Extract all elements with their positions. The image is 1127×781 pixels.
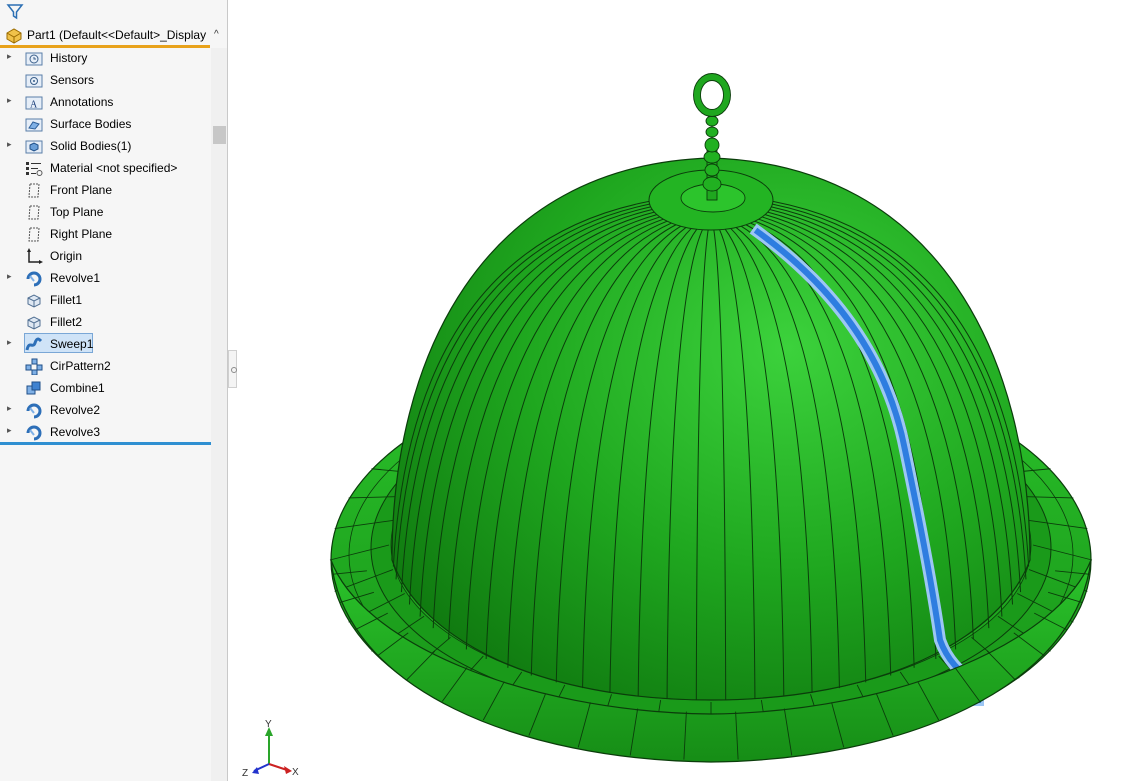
tree-item-label: Annotations [50, 95, 114, 109]
tree-item-label: History [50, 51, 88, 65]
tree-scrollbar[interactable] [211, 48, 227, 781]
history-folder-icon [25, 52, 43, 66]
finial-ring [693, 73, 731, 117]
tree-item-revolve1[interactable]: ▸ Revolve1 [0, 267, 210, 289]
tree-item-label: Front Plane [50, 183, 113, 197]
tree-item-annotations[interactable]: ▸ A Annotations [0, 91, 210, 113]
tree-item-label: Combine1 [50, 381, 105, 395]
expand-arrow-icon[interactable]: ▸ [7, 425, 15, 435]
plane-icon [28, 183, 40, 198]
finial-bead [704, 137, 720, 153]
tree-item-fillet1[interactable]: Fillet1 [0, 289, 210, 311]
tree-item-solid-bodies-1[interactable]: ▸ Solid Bodies(1) [0, 135, 210, 157]
graphics-viewport[interactable] [237, 0, 1127, 781]
tree-item-front-plane[interactable]: Front Plane [0, 179, 210, 201]
tree-item-label: Sensors [50, 73, 95, 87]
expand-arrow-icon[interactable]: ▸ [7, 337, 15, 347]
filter-icon[interactable] [5, 2, 25, 22]
finial-bead [705, 126, 719, 138]
combine-icon [26, 381, 41, 395]
finial-bead [703, 150, 721, 164]
tree-item-label: Origin [50, 249, 83, 263]
tree-item-label: Revolve2 [50, 403, 101, 417]
part-name: Part1 (Default<<Default>_Display [27, 28, 207, 42]
tree-item-fillet2[interactable]: Fillet2 [0, 311, 210, 333]
tree-item-label: Revolve1 [50, 271, 101, 285]
tree-item-top-plane[interactable]: Top Plane [0, 201, 210, 223]
tree-item-label: Sweep1 [50, 337, 94, 351]
tree-item-label: Top Plane [50, 205, 104, 219]
tree-item-material-not-specified[interactable]: Material <not specified> [0, 157, 210, 179]
triad-z-label: Z [242, 768, 248, 778]
origin-icon [27, 248, 43, 264]
finial-bead [704, 163, 720, 177]
axis-triad: Y X Z [242, 719, 299, 778]
expand-arrow-icon[interactable]: ▸ [7, 139, 15, 149]
svg-text:A: A [30, 100, 38, 111]
material-icon [26, 162, 43, 176]
tree-scroll-thumb[interactable] [213, 126, 226, 144]
tree-item-sensors[interactable]: Sensors [0, 69, 210, 91]
panel-splitter[interactable] [228, 350, 237, 388]
sweep-icon [25, 337, 43, 351]
revolve-icon [26, 403, 42, 419]
tree-item-sweep1[interactable]: ▸ Sweep1 [0, 333, 210, 355]
tree-item-label: Right Plane [50, 227, 113, 241]
annotations-folder-icon: A [25, 96, 43, 111]
solid-bodies-folder-icon [25, 140, 43, 154]
fillet-icon [27, 316, 41, 330]
tree-item-combine1[interactable]: Combine1 [0, 377, 210, 399]
fillet-icon [27, 294, 41, 308]
tree-item-label: Solid Bodies(1) [50, 139, 132, 153]
revolve-icon [26, 271, 42, 287]
tree-root-part[interactable]: Part1 (Default<<Default>_Display [0, 24, 210, 46]
expand-arrow-icon[interactable]: ▸ [7, 51, 15, 61]
triad-x-label: X [292, 767, 299, 778]
sensors-folder-icon [25, 74, 43, 88]
expand-arrow-icon[interactable]: ▸ [7, 403, 15, 413]
tree-item-cirpattern2[interactable]: CirPattern2 [0, 355, 210, 377]
tree-item-label: Fillet1 [50, 293, 83, 307]
tree-item-revolve2[interactable]: ▸ Revolve2 [0, 399, 210, 421]
tree-item-label: Material <not specified> [50, 161, 178, 175]
expand-arrow-icon[interactable]: ▸ [7, 95, 15, 105]
finial-bead [702, 176, 722, 192]
part-icon [6, 28, 22, 44]
tree-item-surface-bodies[interactable]: Surface Bodies [0, 113, 210, 135]
feature-manager-panel: Part1 (Default<<Default>_Display ^ ▸ Hist… [0, 0, 228, 781]
surface-bodies-folder-icon [25, 118, 43, 132]
expand-arrow-icon[interactable]: ▸ [7, 271, 15, 281]
tree-item-revolve3[interactable]: ▸ Revolve3 [0, 421, 210, 443]
tree-item-right-plane[interactable]: Right Plane [0, 223, 210, 245]
collapse-tree-button[interactable]: ^ [214, 29, 219, 40]
circular-pattern-icon [25, 358, 43, 375]
finial-bead [705, 115, 719, 127]
tree-item-label: Surface Bodies [50, 117, 132, 131]
triad-y-label: Y [265, 719, 272, 730]
revolve-icon [26, 425, 42, 441]
tree-item-label: CirPattern2 [50, 359, 111, 373]
tree-item-origin[interactable]: Origin [0, 245, 210, 267]
filter-bar [0, 0, 228, 24]
finial-ring-inner [700, 80, 724, 110]
plane-icon [28, 205, 40, 220]
tree-item-label: Revolve3 [50, 425, 101, 439]
rollback-bar[interactable] [0, 442, 211, 445]
tree-item-history[interactable]: ▸ History [0, 47, 210, 69]
tree-item-label: Fillet2 [50, 315, 83, 329]
plane-icon [28, 227, 40, 242]
